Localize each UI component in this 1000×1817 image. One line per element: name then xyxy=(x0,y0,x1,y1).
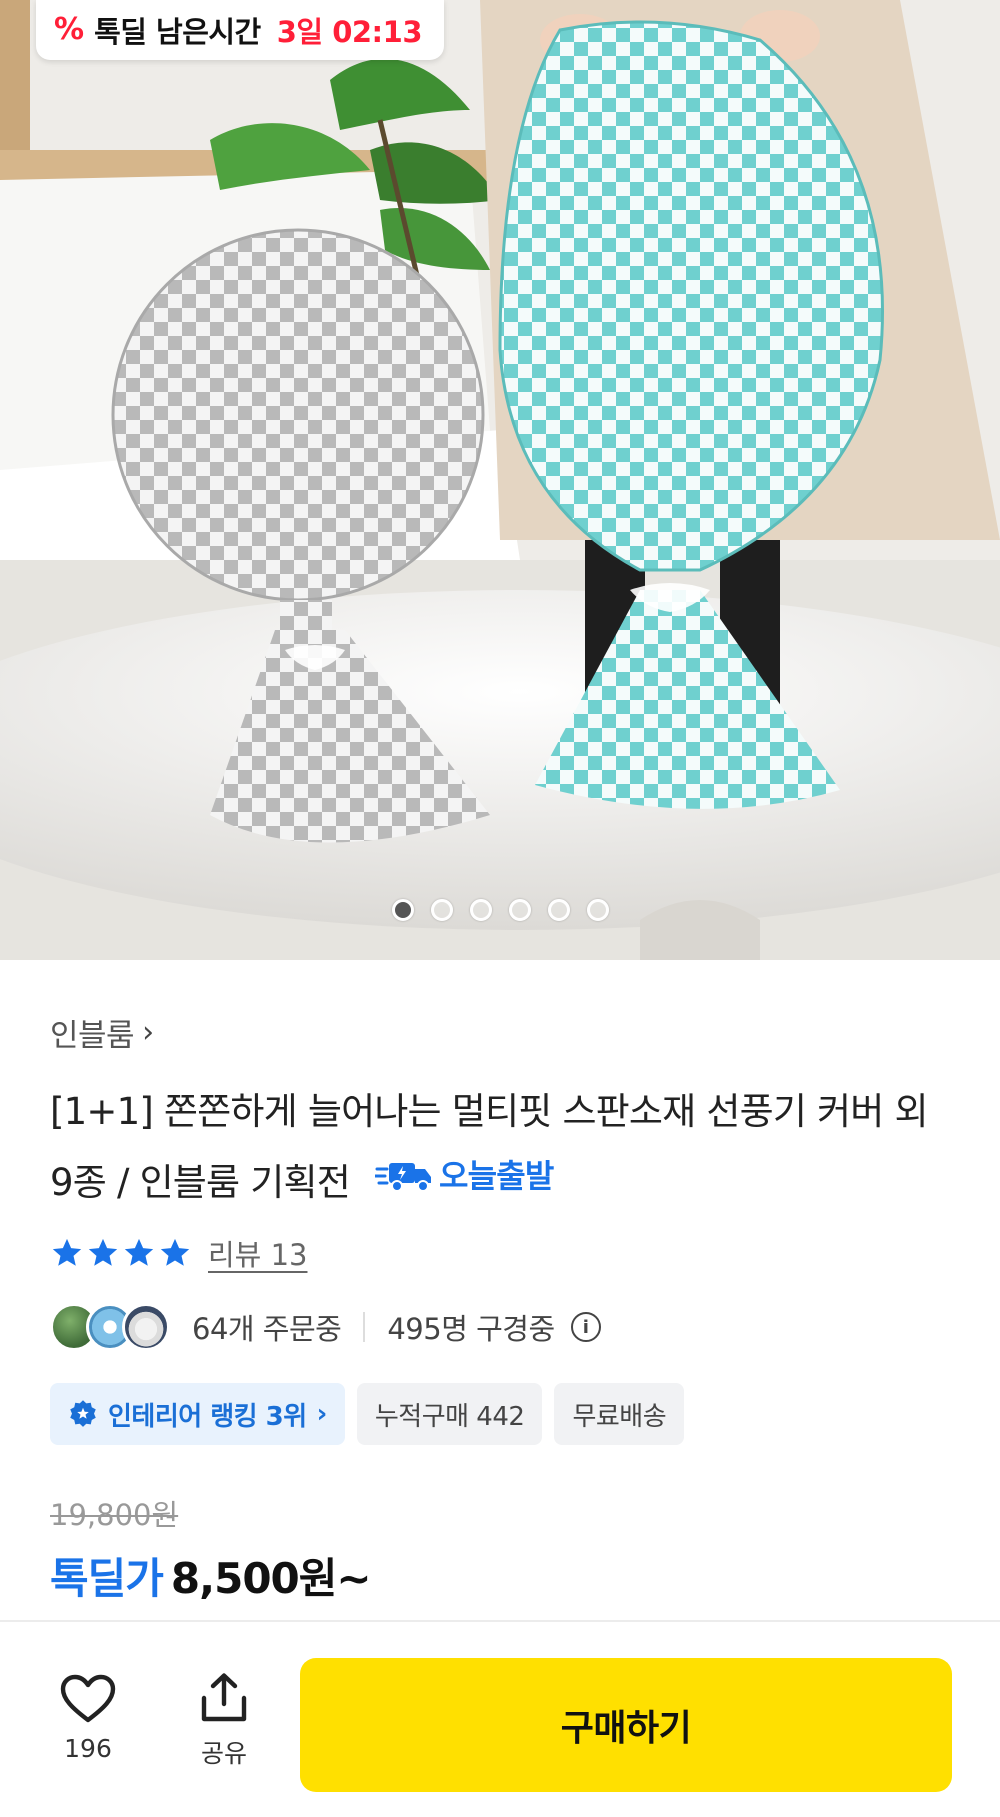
buy-button[interactable]: 구매하기 xyxy=(300,1658,952,1792)
shipping-badge: 오늘출발 xyxy=(374,1144,554,1208)
share-icon xyxy=(201,1673,247,1722)
rating-row: 리뷰 13 xyxy=(50,1232,307,1274)
chevron-right-icon: › xyxy=(316,1399,328,1429)
deal-timer-label: 톡딜 남은시간 xyxy=(94,15,261,49)
star-icon xyxy=(160,1238,190,1266)
product-tags: 인테리어 랭킹 3위 › 누적구매 442 무료배송 xyxy=(50,1383,685,1445)
shipping-badge-label: 오늘출발 xyxy=(438,1157,554,1195)
free-shipping-label: 무료배송 xyxy=(572,1401,667,1432)
deal-timer-badge: % 톡딜 남은시간 3일 02:13 xyxy=(36,0,445,60)
product-photo xyxy=(0,0,1000,960)
info-icon[interactable]: i xyxy=(570,1312,601,1342)
ranking-tag-label: 인테리어 랭킹 3위 xyxy=(108,1401,307,1432)
cumulative-purchase-label: 누적구매 442 xyxy=(374,1401,525,1432)
heart-icon xyxy=(60,1674,116,1723)
social-proof-row: 64개 주문중 495명 구경중 i xyxy=(50,1303,601,1351)
percent-icon: % xyxy=(54,12,85,47)
original-price: 19,800원 xyxy=(50,1498,179,1532)
free-shipping-tag: 무료배송 xyxy=(554,1383,685,1445)
rating-stars xyxy=(50,1236,192,1270)
delivery-truck-icon xyxy=(374,1163,431,1192)
star-icon xyxy=(124,1238,154,1266)
brand-link[interactable]: 인블룸 › xyxy=(50,1010,960,1055)
viewers-count: 495명 구경중 xyxy=(387,1312,555,1346)
avatar xyxy=(122,1303,170,1351)
cumulative-purchase-tag: 누적구매 442 xyxy=(356,1383,543,1445)
carousel-dot[interactable] xyxy=(509,899,531,921)
carousel-dot[interactable] xyxy=(470,899,492,921)
carousel-indicator xyxy=(392,899,609,921)
deal-price-row: 톡딜가 8,500원~ xyxy=(50,1545,372,1606)
deal-price-label: 톡딜가 xyxy=(50,1554,164,1603)
carousel-dot[interactable] xyxy=(587,899,609,921)
deal-time-left: 3일 02:13 xyxy=(276,15,423,49)
star-icon xyxy=(52,1238,82,1266)
ranking-badge-icon xyxy=(70,1400,96,1427)
share-label: 공유 xyxy=(200,1739,247,1768)
carousel-dot[interactable] xyxy=(548,899,570,921)
carousel-dot[interactable] xyxy=(392,899,414,921)
like-count: 196 xyxy=(64,1734,112,1763)
product-image-carousel[interactable]: % 톡딜 남은시간 3일 02:13 xyxy=(0,0,1000,960)
like-button[interactable]: 196 xyxy=(52,1674,124,1763)
chevron-right-icon: › xyxy=(142,1015,154,1050)
buyer-avatars xyxy=(50,1303,170,1351)
deal-price: 8,500원~ xyxy=(170,1554,372,1603)
product-title: [1+1] 쫀쫀하게 늘어나는 멀티핏 스판소재 선풍기 커버 외 9종 / 인… xyxy=(50,1080,960,1215)
brand-name: 인블룸 xyxy=(50,1018,135,1054)
ranking-tag[interactable]: 인테리어 랭킹 3위 › xyxy=(50,1383,345,1445)
star-icon xyxy=(88,1238,118,1266)
review-link[interactable]: 리뷰 13 xyxy=(208,1232,307,1274)
carousel-dot[interactable] xyxy=(431,899,453,921)
orders-count: 64개 주문중 xyxy=(192,1312,342,1346)
divider xyxy=(363,1312,366,1342)
bottom-action-bar: 196 공유 구매하기 xyxy=(0,1620,1000,1817)
share-button[interactable]: 공유 xyxy=(188,1672,260,1770)
